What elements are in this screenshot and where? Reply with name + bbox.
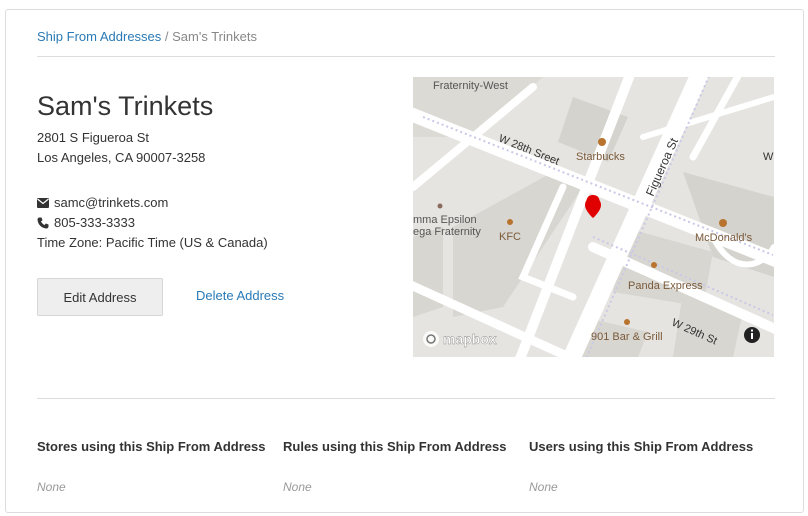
map-label-emma-epsilon: mma Epsilon	[413, 214, 477, 226]
phone-row: 805-333-3333	[37, 215, 135, 230]
map-label-starbucks: Starbucks	[576, 151, 625, 163]
phone-text: 805-333-3333	[54, 215, 135, 230]
breadcrumb-current: Sam's Trinkets	[172, 29, 257, 44]
breadcrumb: Ship From Addresses / Sam's Trinkets	[37, 29, 257, 44]
phone-icon	[37, 217, 49, 228]
map-label-ega-fraternity: ega Fraternity	[413, 226, 481, 238]
map-label-mcdonalds: McDonald's	[695, 232, 753, 244]
email-row: samc@trinkets.com	[37, 195, 168, 210]
mapbox-wordmark: mapbox	[443, 331, 497, 347]
edit-address-button[interactable]: Edit Address	[37, 278, 163, 316]
poi-dot-icon	[437, 203, 443, 209]
breadcrumb-separator: /	[161, 29, 173, 44]
map-label-fraternity-west: Fraternity-West	[433, 80, 508, 92]
mapbox-logo[interactable]: mapbox	[423, 331, 497, 347]
address-city-line: Los Angeles, CA 90007-3258	[37, 150, 206, 165]
info-icon[interactable]	[744, 327, 760, 343]
location-map[interactable]: Fraternity-West W 28th Sreet Figueroa St…	[413, 77, 774, 357]
cocktail-icon	[624, 319, 630, 325]
map-label-w-edge: W	[763, 151, 774, 163]
divider	[37, 56, 775, 57]
stores-value: None	[37, 480, 66, 494]
delete-address-link[interactable]: Delete Address	[196, 288, 284, 303]
fork-knife-icon	[507, 219, 513, 225]
rules-heading: Rules using this Ship From Address	[283, 439, 507, 454]
users-heading: Users using this Ship From Address	[529, 439, 754, 454]
rules-value: None	[283, 480, 312, 494]
address-street: 2801 S Figueroa St	[37, 130, 150, 145]
divider	[37, 398, 775, 399]
fork-knife-icon	[651, 262, 657, 268]
coffee-icon	[598, 138, 606, 146]
map-label-kfc: KFC	[499, 231, 521, 243]
email-text: samc@trinkets.com	[54, 195, 169, 210]
map-label-bar: 901 Bar & Grill	[591, 331, 663, 343]
map-label-panda: Panda Express	[628, 280, 703, 292]
burger-icon	[719, 219, 727, 227]
address-card: Ship From Addresses / Sam's Trinkets Sam…	[5, 9, 804, 513]
breadcrumb-parent-link[interactable]: Ship From Addresses	[37, 29, 161, 44]
page-title: Sam's Trinkets	[37, 91, 214, 121]
stores-heading: Stores using this Ship From Address	[37, 439, 266, 454]
users-value: None	[529, 480, 558, 494]
envelope-icon	[37, 197, 49, 208]
timezone-text: Time Zone: Pacific Time (US & Canada)	[37, 235, 268, 250]
